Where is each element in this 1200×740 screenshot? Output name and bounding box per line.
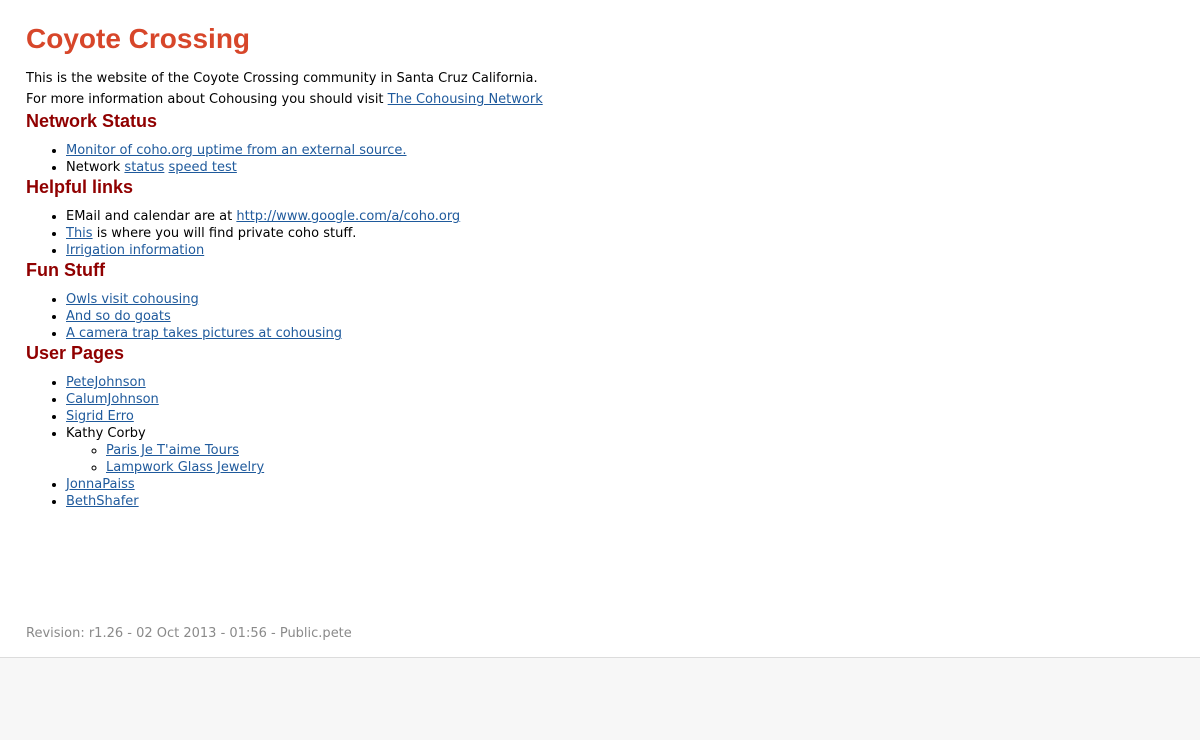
intro-line-2-text: For more information about Cohousing you… <box>26 92 388 107</box>
list-item: Sigrid Erro <box>66 408 1176 425</box>
list-item: CalumJohnson <box>66 391 1176 408</box>
private-coho-link[interactable]: This <box>66 226 93 241</box>
owls-link[interactable]: Owls visit cohousing <box>66 292 199 307</box>
email-label: EMail and calendar are at <box>66 209 237 224</box>
list-item: Irrigation information <box>66 242 1176 259</box>
user-pages-heading: User Pages <box>26 343 125 363</box>
list-item: Paris Je T'aime Tours <box>106 442 1176 459</box>
list-item: Lampwork Glass Jewelry <box>106 459 1176 476</box>
main-content: Coyote Crossing This is the website of t… <box>26 22 1176 510</box>
network-label: Network <box>66 160 125 175</box>
private-coho-text: is where you will find private coho stuf… <box>92 226 357 241</box>
user-link-calum[interactable]: CalumJohnson <box>66 392 159 407</box>
list-item: And so do goats <box>66 308 1176 325</box>
list-item: Network status speed test <box>66 159 1176 176</box>
site-title: Coyote Crossing <box>26 23 251 54</box>
google-apps-link[interactable]: http://www.google.com/a/coho.org <box>236 209 460 224</box>
revision-info: Revision: r1.26 - 02 Oct 2013 - 01:56 - … <box>26 626 352 641</box>
list-item: EMail and calendar are at http://www.goo… <box>66 208 1176 225</box>
user-link-sigrid[interactable]: Sigrid Erro <box>66 409 134 424</box>
camera-trap-link[interactable]: A camera trap takes pictures at cohousin… <box>66 326 342 341</box>
list-item: A camera trap takes pictures at cohousin… <box>66 325 1176 342</box>
intro-line-2: For more information about Cohousing you… <box>26 89 1176 110</box>
page: Coyote Crossing This is the website of t… <box>0 0 1200 658</box>
helpful-links-heading: Helpful links <box>26 177 134 197</box>
network-status-heading: Network Status <box>26 111 158 131</box>
network-status-list: Monitor of coho.org uptime from an exter… <box>26 142 1176 176</box>
kathy-sublist: Paris Je T'aime Tours Lampwork Glass Jew… <box>66 442 1176 476</box>
list-item: This is where you will find private coho… <box>66 225 1176 242</box>
user-pages-list: PeteJohnson CalumJohnson Sigrid Erro Kat… <box>26 374 1176 510</box>
intro-line-1: This is the website of the Coyote Crossi… <box>26 71 538 86</box>
paris-tours-link[interactable]: Paris Je T'aime Tours <box>106 443 239 458</box>
speed-test-link[interactable]: speed test <box>169 160 237 175</box>
irrigation-link[interactable]: Irrigation information <box>66 243 204 258</box>
user-link-jonna[interactable]: JonnaPaiss <box>66 477 135 492</box>
list-item: BethShafer <box>66 493 1176 510</box>
list-item: Kathy Corby Paris Je T'aime Tours Lampwo… <box>66 425 1176 476</box>
network-status-link[interactable]: status <box>124 160 164 175</box>
user-label-kathy: Kathy Corby <box>66 426 146 441</box>
fun-stuff-heading: Fun Stuff <box>26 260 105 280</box>
user-link-pete[interactable]: PeteJohnson <box>66 375 146 390</box>
list-item: JonnaPaiss <box>66 476 1176 493</box>
uptime-monitor-link[interactable]: Monitor of coho.org uptime from an exter… <box>66 143 407 158</box>
list-item: Monitor of coho.org uptime from an exter… <box>66 142 1176 159</box>
list-item: Owls visit cohousing <box>66 291 1176 308</box>
user-link-beth[interactable]: BethShafer <box>66 494 139 509</box>
list-item: PeteJohnson <box>66 374 1176 391</box>
lampwork-jewelry-link[interactable]: Lampwork Glass Jewelry <box>106 460 264 475</box>
helpful-links-list: EMail and calendar are at http://www.goo… <box>26 208 1176 259</box>
fun-stuff-list: Owls visit cohousing And so do goats A c… <box>26 291 1176 342</box>
goats-link[interactable]: And so do goats <box>66 309 171 324</box>
cohousing-network-link[interactable]: The Cohousing Network <box>388 92 543 107</box>
